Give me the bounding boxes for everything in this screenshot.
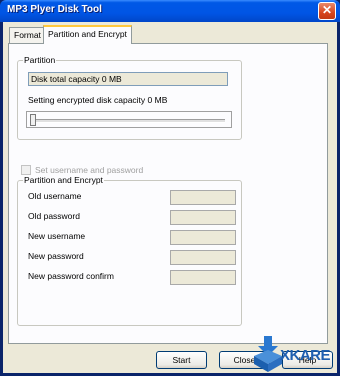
tab-partition-and-encrypt[interactable]: Partition and Encrypt: [43, 25, 132, 44]
app-window: MP3 Plyer Disk Tool ✕ Format Partition a…: [0, 0, 340, 376]
tab-format[interactable]: Format: [9, 27, 46, 43]
new-password-confirm-label: New password confirm: [28, 271, 114, 281]
new-username-label: New username: [28, 231, 86, 241]
start-button[interactable]: Start: [156, 351, 207, 369]
window-title: MP3 Plyer Disk Tool: [7, 4, 102, 15]
slider-thumb[interactable]: [30, 114, 36, 126]
old-password-label: Old password: [28, 211, 80, 221]
slider-track: [33, 119, 225, 123]
new-password-confirm-field[interactable]: [170, 270, 236, 285]
encrypted-capacity-slider[interactable]: [26, 111, 232, 128]
new-username-field[interactable]: [170, 230, 236, 245]
close-icon: ✕: [321, 3, 333, 17]
title-bar[interactable]: MP3 Plyer Disk Tool ✕: [0, 0, 340, 22]
old-username-field[interactable]: [170, 190, 236, 205]
tab-panel: Partition Disk total capacity 0 MB Setti…: [8, 43, 328, 344]
close-window-button[interactable]: ✕: [318, 2, 336, 20]
encrypted-capacity-label: Setting encrypted disk capacity 0 MB: [28, 95, 168, 105]
new-password-label: New password: [28, 251, 84, 261]
new-password-field[interactable]: [170, 250, 236, 265]
dialog-client-area: Format Partition and Encrypt Partition D…: [3, 22, 337, 373]
set-credentials-label: Set username and password: [35, 165, 144, 175]
encrypt-group-legend: Partition and Encrypt: [23, 175, 104, 185]
disk-capacity-display: Disk total capacity 0 MB: [28, 72, 228, 86]
old-password-field[interactable]: [170, 210, 236, 225]
watermark-text: XKARE: [280, 347, 331, 364]
watermark: XKARE: [252, 334, 338, 374]
partition-group-legend: Partition: [23, 55, 57, 65]
old-username-label: Old username: [28, 191, 82, 201]
set-credentials-checkbox[interactable]: [21, 165, 31, 175]
encrypt-group: Partition and Encrypt Old username Old p…: [17, 175, 242, 326]
partition-group: Partition Disk total capacity 0 MB Setti…: [17, 55, 242, 140]
set-credentials-checkbox-row[interactable]: Set username and password: [21, 165, 143, 175]
